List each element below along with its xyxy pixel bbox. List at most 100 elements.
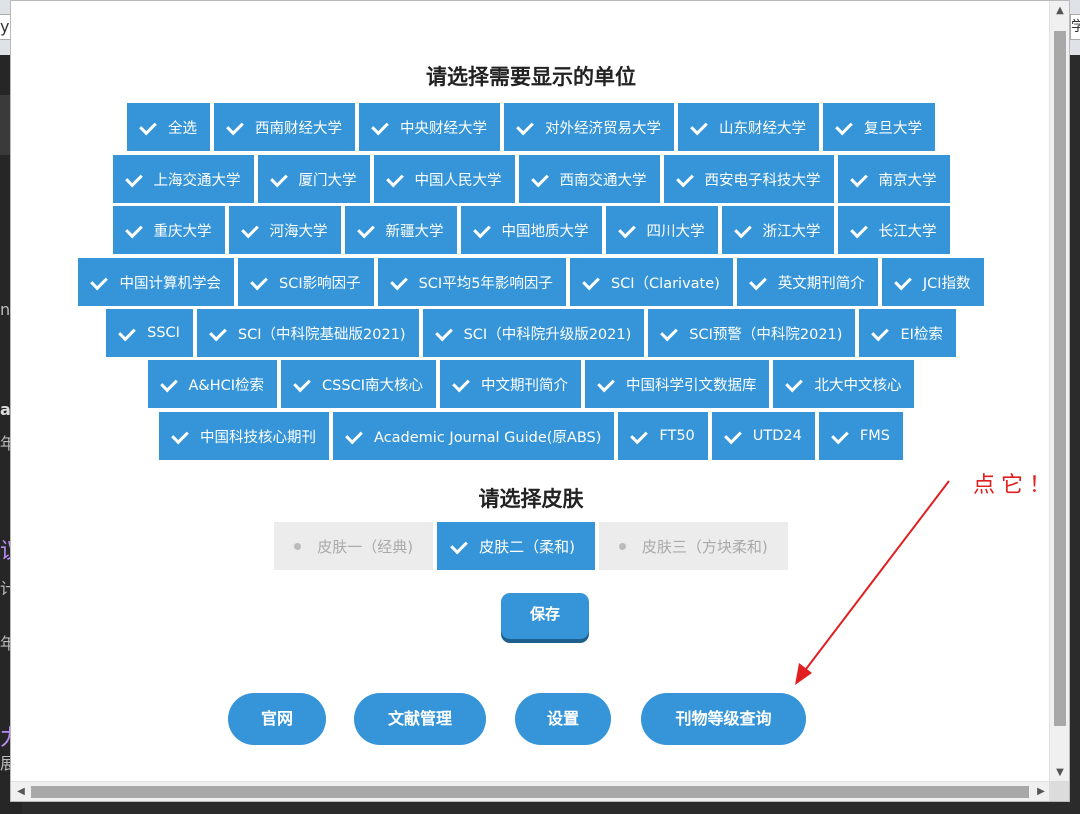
checkmark-icon xyxy=(210,325,230,341)
unit-checkbox[interactable]: 西南交通大学 xyxy=(518,155,660,203)
checkmark-icon xyxy=(851,222,871,238)
unit-label: 中央财经大学 xyxy=(400,120,487,137)
unit-label: 对外经济贸易大学 xyxy=(545,120,661,137)
units-heading: 请选择需要显示的单位 xyxy=(426,65,636,89)
unit-checkbox[interactable]: 西南财经大学 xyxy=(214,103,355,151)
radio-dot-icon xyxy=(294,542,302,550)
checkmark-icon xyxy=(750,274,770,290)
settings-button[interactable]: 设置 xyxy=(515,693,611,745)
checkmark-icon xyxy=(725,428,745,444)
vertical-scrollbar[interactable]: ▲ ▼ xyxy=(1049,1,1069,783)
checkmark-icon xyxy=(387,171,407,187)
unit-label: SCI平均5年影响因子 xyxy=(418,275,553,292)
unit-checkbox[interactable]: SCI（中科院升级版2021) xyxy=(422,309,645,357)
literature-management-button[interactable]: 文献管理 xyxy=(354,693,486,745)
skin-option-block-soft[interactable]: 皮肤三（方块柔和) xyxy=(598,522,788,570)
checkmark-icon xyxy=(598,376,618,392)
unit-checkbox[interactable]: 中文期刊简介 xyxy=(439,360,581,408)
journal-rank-query-button[interactable]: 刊物等级查询 xyxy=(641,693,806,745)
scrollbar-corner xyxy=(1049,781,1069,801)
popup-content: 请选择需要显示的单位 全选 西南财经大学 中央财经大学 对外经济贸易大学 山东财经大学 复… xyxy=(11,1,1051,783)
scroll-up-icon[interactable]: ▲ xyxy=(1050,1,1070,21)
checkmark-icon xyxy=(619,222,639,238)
unit-checkbox[interactable]: JCI指数 xyxy=(881,258,984,306)
unit-checkbox[interactable]: 厦门大学 xyxy=(257,155,370,203)
scroll-right-icon[interactable]: ▶ xyxy=(1031,782,1051,802)
scroll-left-icon[interactable]: ◀ xyxy=(11,782,31,802)
save-button[interactable]: 保存 xyxy=(501,593,589,639)
unit-checkbox[interactable]: 中国地质大学 xyxy=(460,206,602,254)
unit-checkbox[interactable]: 北大中文核心 xyxy=(773,360,915,408)
scroll-down-icon[interactable]: ▼ xyxy=(1050,763,1070,783)
unit-checkbox[interactable]: 长江大学 xyxy=(837,206,950,254)
checkmark-icon xyxy=(532,171,552,187)
checkmark-icon xyxy=(161,376,181,392)
annotation-text: 点它！ xyxy=(973,473,1058,498)
unit-label: 上海交通大学 xyxy=(153,172,241,189)
unit-checkbox[interactable]: 复旦大学 xyxy=(823,103,935,151)
unit-checkbox[interactable]: 中国人民大学 xyxy=(373,155,515,203)
unit-checkbox[interactable]: FT50 xyxy=(618,412,708,460)
unit-checkbox[interactable]: SCI影响因子 xyxy=(237,258,374,306)
unit-row: 中国科技核心期刊 Academic Journal Guide(原ABS) FT50… xyxy=(11,412,1051,460)
unit-checkbox[interactable]: 中央财经大学 xyxy=(359,103,500,151)
unit-checkbox[interactable]: 浙江大学 xyxy=(721,206,834,254)
skin-option-soft[interactable]: 皮肤二（柔和) xyxy=(437,522,595,570)
address-bar-fragment-right[interactable]: 学 xyxy=(1070,14,1080,40)
unit-label: JCI指数 xyxy=(922,275,971,292)
unit-label: 四川大学 xyxy=(646,223,705,240)
unit-checkbox[interactable]: 中国计算机学会 xyxy=(78,258,234,306)
vertical-scroll-thumb[interactable] xyxy=(1054,31,1066,726)
unit-checkbox[interactable]: 英文期刊简介 xyxy=(736,258,878,306)
unit-checkbox[interactable]: 上海交通大学 xyxy=(112,155,254,203)
unit-checkbox[interactable]: 对外经济贸易大学 xyxy=(504,103,674,151)
unit-checkbox[interactable]: 河海大学 xyxy=(228,206,341,254)
checkmark-icon xyxy=(140,119,160,135)
official-site-button[interactable]: 官网 xyxy=(228,693,326,745)
checkmark-icon xyxy=(836,119,856,135)
unit-checkbox[interactable]: Academic Journal Guide(原ABS) xyxy=(333,412,615,460)
unit-checkbox[interactable]: SCI（中科院基础版2021) xyxy=(196,309,419,357)
select-all-checkbox[interactable]: 全选 xyxy=(127,103,210,151)
unit-label: 中国人民大学 xyxy=(414,172,502,189)
unit-label: SSCI xyxy=(147,325,180,341)
checkmark-icon xyxy=(126,222,146,238)
unit-label: FT50 xyxy=(659,428,695,444)
checkmark-icon xyxy=(872,325,892,341)
radio-dot-icon xyxy=(618,542,626,550)
unit-checkbox[interactable]: CSSCI南大核心 xyxy=(281,360,436,408)
unit-checkbox[interactable]: FMS xyxy=(818,412,903,460)
unit-checkbox[interactable]: SCI平均5年影响因子 xyxy=(377,258,566,306)
unit-checkbox[interactable]: SCI预警（中科院2021) xyxy=(648,309,856,357)
checkmark-icon xyxy=(851,171,871,187)
unit-label: 新疆大学 xyxy=(385,223,444,240)
unit-label: 重庆大学 xyxy=(153,223,212,240)
unit-checkbox[interactable]: 西安电子科技大学 xyxy=(663,155,834,203)
unit-checkbox[interactable]: SSCI xyxy=(106,309,193,357)
unit-checkbox[interactable]: 重庆大学 xyxy=(112,206,225,254)
checkmark-icon xyxy=(474,222,494,238)
unit-checkbox[interactable]: 四川大学 xyxy=(605,206,718,254)
unit-checkbox[interactable]: 新疆大学 xyxy=(344,206,457,254)
unit-checkbox[interactable]: EI检索 xyxy=(859,309,956,357)
unit-label: 山东财经大学 xyxy=(719,120,806,137)
unit-label: SCI（中科院基础版2021) xyxy=(237,326,406,343)
checkmark-icon xyxy=(126,171,146,187)
unit-checkbox[interactable]: UTD24 xyxy=(711,412,815,460)
unit-checkbox[interactable]: 南京大学 xyxy=(837,155,950,203)
checkmark-icon xyxy=(451,538,471,554)
unit-checkbox[interactable]: SCI（Clarivate) xyxy=(569,258,733,306)
unit-label: 长江大学 xyxy=(878,223,937,240)
checkmark-icon xyxy=(172,428,192,444)
unit-label: 中国科技核心期刊 xyxy=(200,429,317,446)
unit-checkbox[interactable]: A&HCI检索 xyxy=(147,360,278,408)
unit-label: 浙江大学 xyxy=(762,223,821,240)
unit-checkbox[interactable]: 中国科学引文数据库 xyxy=(584,360,770,408)
skin-option-classic[interactable]: 皮肤一（经典) xyxy=(274,522,434,570)
checkmark-icon xyxy=(677,171,697,187)
horizontal-scrollbar[interactable]: ◀ ▶ xyxy=(11,781,1051,801)
horizontal-scroll-thumb[interactable] xyxy=(31,786,1029,798)
unit-checkbox[interactable]: 中国科技核心期刊 xyxy=(159,412,330,460)
checkmark-icon xyxy=(631,428,651,444)
unit-checkbox[interactable]: 山东财经大学 xyxy=(678,103,819,151)
